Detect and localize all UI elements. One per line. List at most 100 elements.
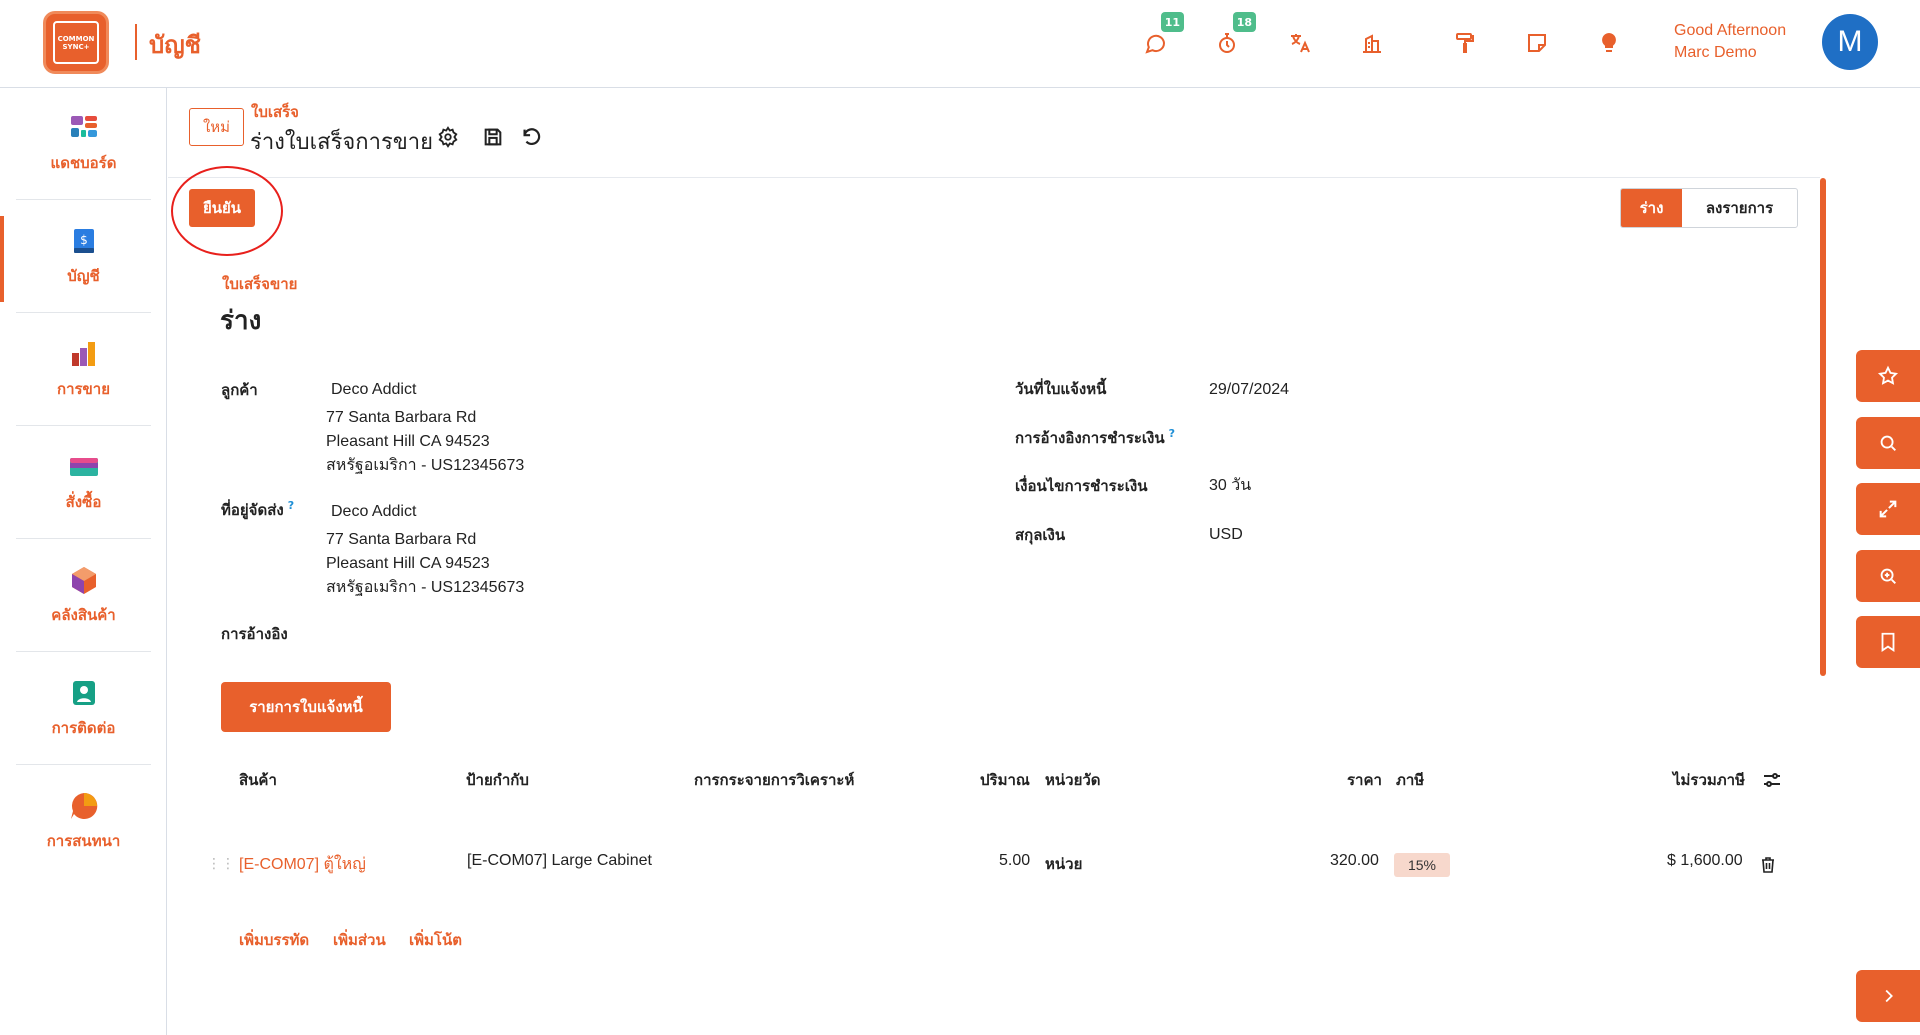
add-section-link[interactable]: เพิ่มส่วน <box>333 928 386 952</box>
sidebar-item-accounting[interactable]: $ บัญชี <box>16 201 151 313</box>
help-icon[interactable]: ? <box>1169 427 1175 440</box>
column-settings-button[interactable] <box>1762 770 1782 790</box>
company-logo[interactable]: COMMON SYNC+ <box>43 11 109 74</box>
new-button[interactable]: ใหม่ <box>189 108 244 146</box>
search-button[interactable] <box>1856 417 1920 469</box>
customer-field[interactable]: Deco Addict <box>331 378 416 402</box>
row-price[interactable]: 320.00 <box>1330 852 1379 870</box>
page-title: ร่างใบเสร็จการขาย <box>250 130 434 155</box>
expand-icon <box>1879 500 1897 518</box>
save-icon <box>484 128 502 146</box>
theme-button[interactable] <box>1452 30 1478 56</box>
column-header-tax[interactable]: ภาษี <box>1396 768 1424 792</box>
bookmark-icon <box>1881 632 1895 652</box>
column-header-price[interactable]: ราคา <box>1347 768 1382 792</box>
discuss-icon <box>70 792 97 819</box>
customer-name[interactable]: Deco Addict <box>331 378 416 402</box>
company-switch-button[interactable] <box>1359 30 1385 56</box>
row-tax-tag[interactable]: 15% <box>1394 853 1450 877</box>
customer-address-line: 77 Santa Barbara Rd <box>326 409 477 426</box>
scrollbar[interactable] <box>1820 178 1826 676</box>
messages-button[interactable]: 11 <box>1142 12 1184 56</box>
trash-icon <box>1762 857 1774 873</box>
favorite-button[interactable] <box>1856 350 1920 402</box>
purchase-icon <box>69 457 98 476</box>
row-uom[interactable]: หน่วย <box>1045 852 1082 876</box>
breadcrumb-parent[interactable]: ใบเสร็จ <box>251 100 299 124</box>
activities-badge: 18 <box>1232 12 1256 32</box>
shipping-address-line: Pleasant Hill CA 94523 <box>326 555 490 572</box>
activities-button[interactable]: 18 <box>1214 12 1256 56</box>
row-product[interactable]: [E-COM07] ตู้ใหญ่ <box>239 852 366 877</box>
sticky-note-icon <box>1528 34 1546 52</box>
next-button[interactable] <box>1856 970 1920 1022</box>
expand-button[interactable] <box>1856 483 1920 535</box>
paint-roller-icon <box>1456 33 1474 53</box>
reference-label: การอ้างอิง <box>221 625 288 643</box>
sidebar-item-discuss[interactable]: การสนทนา <box>16 766 151 878</box>
sidebar-item-label: บัญชี <box>67 266 100 285</box>
settings-button[interactable] <box>437 126 459 148</box>
payment-terms-field[interactable]: 30 วัน <box>1209 474 1251 498</box>
payment-reference-label-text: การอ้างอิงการชำระเงิน <box>1015 429 1165 447</box>
add-note-link[interactable]: เพิ่มโน้ต <box>409 928 462 952</box>
shipping-address-line: 77 Santa Barbara Rd <box>326 531 477 548</box>
discard-button[interactable] <box>520 126 542 148</box>
gear-icon <box>438 126 458 148</box>
sidebar-item-label: คลังสินค้า <box>51 605 116 624</box>
logo-mark: COMMON SYNC+ <box>53 21 99 64</box>
star-icon <box>1877 365 1899 385</box>
svg-text:$: $ <box>80 233 88 247</box>
column-header-quantity[interactable]: ปริมาณ <box>980 768 1030 792</box>
row-subtotal: $ 1,600.00 <box>1667 852 1743 869</box>
sidebar-item-sales[interactable]: การขาย <box>16 314 151 426</box>
column-header-uom[interactable]: หน่วยวัด <box>1045 768 1101 792</box>
undo-icon <box>523 128 541 145</box>
sales-icon <box>71 341 95 366</box>
dashboard-icon <box>70 115 97 137</box>
inventory-icon <box>71 566 96 594</box>
sidebar-item-dashboard[interactable]: แดชบอร์ด <box>16 88 151 200</box>
status-bar: ร่าง ลงรายการ <box>1620 188 1798 228</box>
status-draft[interactable]: ร่าง <box>1621 189 1682 227</box>
sidebar-item-label: การติดต่อ <box>51 718 116 737</box>
save-button[interactable] <box>482 126 504 148</box>
customer-label: ลูกค้า <box>221 381 258 399</box>
delete-row-button[interactable] <box>1760 856 1776 874</box>
sidebar-item-label: สั่งซื้อ <box>65 492 102 511</box>
building-icon <box>1363 34 1381 53</box>
shipping-label: ที่อยู่จัดส่ง? <box>221 498 294 522</box>
column-header-label[interactable]: ป้ายกำกับ <box>466 768 529 792</box>
tab-invoice-lines[interactable]: รายการใบแจ้งหนี้ <box>221 682 391 732</box>
bookmark-button[interactable] <box>1856 616 1920 668</box>
logo-text-2: SYNC+ <box>62 42 90 51</box>
drag-handle-icon[interactable]: ⋮⋮ <box>207 855 235 873</box>
shipping-name[interactable]: Deco Addict <box>331 500 416 524</box>
sidebar-item-purchase[interactable]: สั่งซื้อ <box>16 427 151 539</box>
column-header-analytic[interactable]: การกระจายการวิเคราะห์ <box>694 768 854 792</box>
row-label[interactable]: [E-COM07] Large Cabinet <box>467 852 652 870</box>
notes-button[interactable] <box>1524 30 1550 56</box>
app-separator <box>135 24 137 60</box>
user-name: Marc Demo <box>1674 44 1757 61</box>
sliders-icon <box>1764 773 1780 787</box>
status-posted[interactable]: ลงรายการ <box>1682 189 1797 227</box>
sidebar-item-contacts[interactable]: การติดต่อ <box>16 653 151 765</box>
tips-button[interactable] <box>1596 30 1622 56</box>
customer-address-line: สหรัฐอเมริกา - US12345673 <box>326 457 525 474</box>
add-line-link[interactable]: เพิ่มบรรทัด <box>239 928 309 952</box>
sidebar-item-inventory[interactable]: คลังสินค้า <box>16 540 151 652</box>
invoice-date-field[interactable]: 29/07/2024 <box>1209 378 1289 402</box>
zoom-button[interactable] <box>1856 550 1920 602</box>
column-header-subtotal[interactable]: ไม่รวมภาษี <box>1673 768 1745 792</box>
messages-badge: 11 <box>1160 12 1184 32</box>
help-icon[interactable]: ? <box>288 499 294 512</box>
shipping-field[interactable]: Deco Addict <box>331 500 416 524</box>
column-header-product[interactable]: สินค้า <box>239 768 277 792</box>
avatar[interactable]: M <box>1822 14 1878 70</box>
accounting-icon: $ <box>73 228 94 253</box>
invoice-date-label: วันที่ใบแจ้งหนี้ <box>1015 380 1107 398</box>
currency-field[interactable]: USD <box>1209 523 1243 547</box>
language-button[interactable] <box>1287 30 1313 56</box>
row-quantity[interactable]: 5.00 <box>999 852 1030 870</box>
